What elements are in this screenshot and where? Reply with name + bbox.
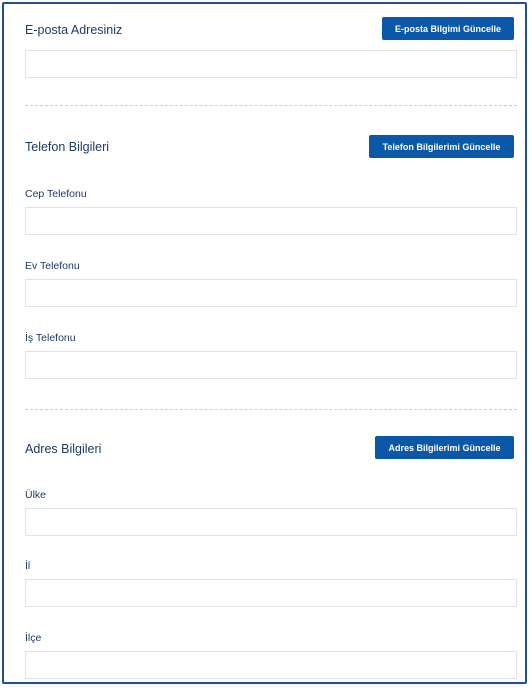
mobile-phone-field[interactable] [25, 207, 517, 235]
update-email-button[interactable]: E-posta Bilgimi Güncelle [382, 17, 514, 40]
phone-section-title: Telefon Bilgileri [25, 140, 110, 154]
email-field[interactable] [25, 50, 517, 78]
address-section-title: Adres Bilgileri [25, 442, 102, 456]
update-phone-button[interactable]: Telefon Bilgilerimi Güncelle [369, 135, 514, 158]
home-phone-label: Ev Telefonu [25, 260, 80, 272]
section-divider [25, 105, 517, 106]
city-field[interactable] [25, 579, 517, 607]
update-address-button[interactable]: Adres Bilgilerimi Güncelle [375, 436, 514, 459]
district-field[interactable] [25, 651, 517, 679]
contact-info-panel: E-posta Adresiniz E-posta Bilgimi Güncel… [2, 2, 527, 684]
mobile-phone-label: Cep Telefonu [25, 188, 87, 200]
work-phone-field[interactable] [25, 351, 517, 379]
country-field[interactable] [25, 508, 517, 536]
country-label: Ülke [25, 489, 47, 501]
district-label: İlçe [25, 632, 42, 644]
home-phone-field[interactable] [25, 279, 517, 307]
section-divider [25, 409, 517, 410]
email-section-title: E-posta Adresiniz [25, 23, 123, 37]
city-label: İl [25, 560, 31, 572]
panel-shadow [8, 684, 524, 688]
work-phone-label: İş Telefonu [25, 332, 76, 344]
